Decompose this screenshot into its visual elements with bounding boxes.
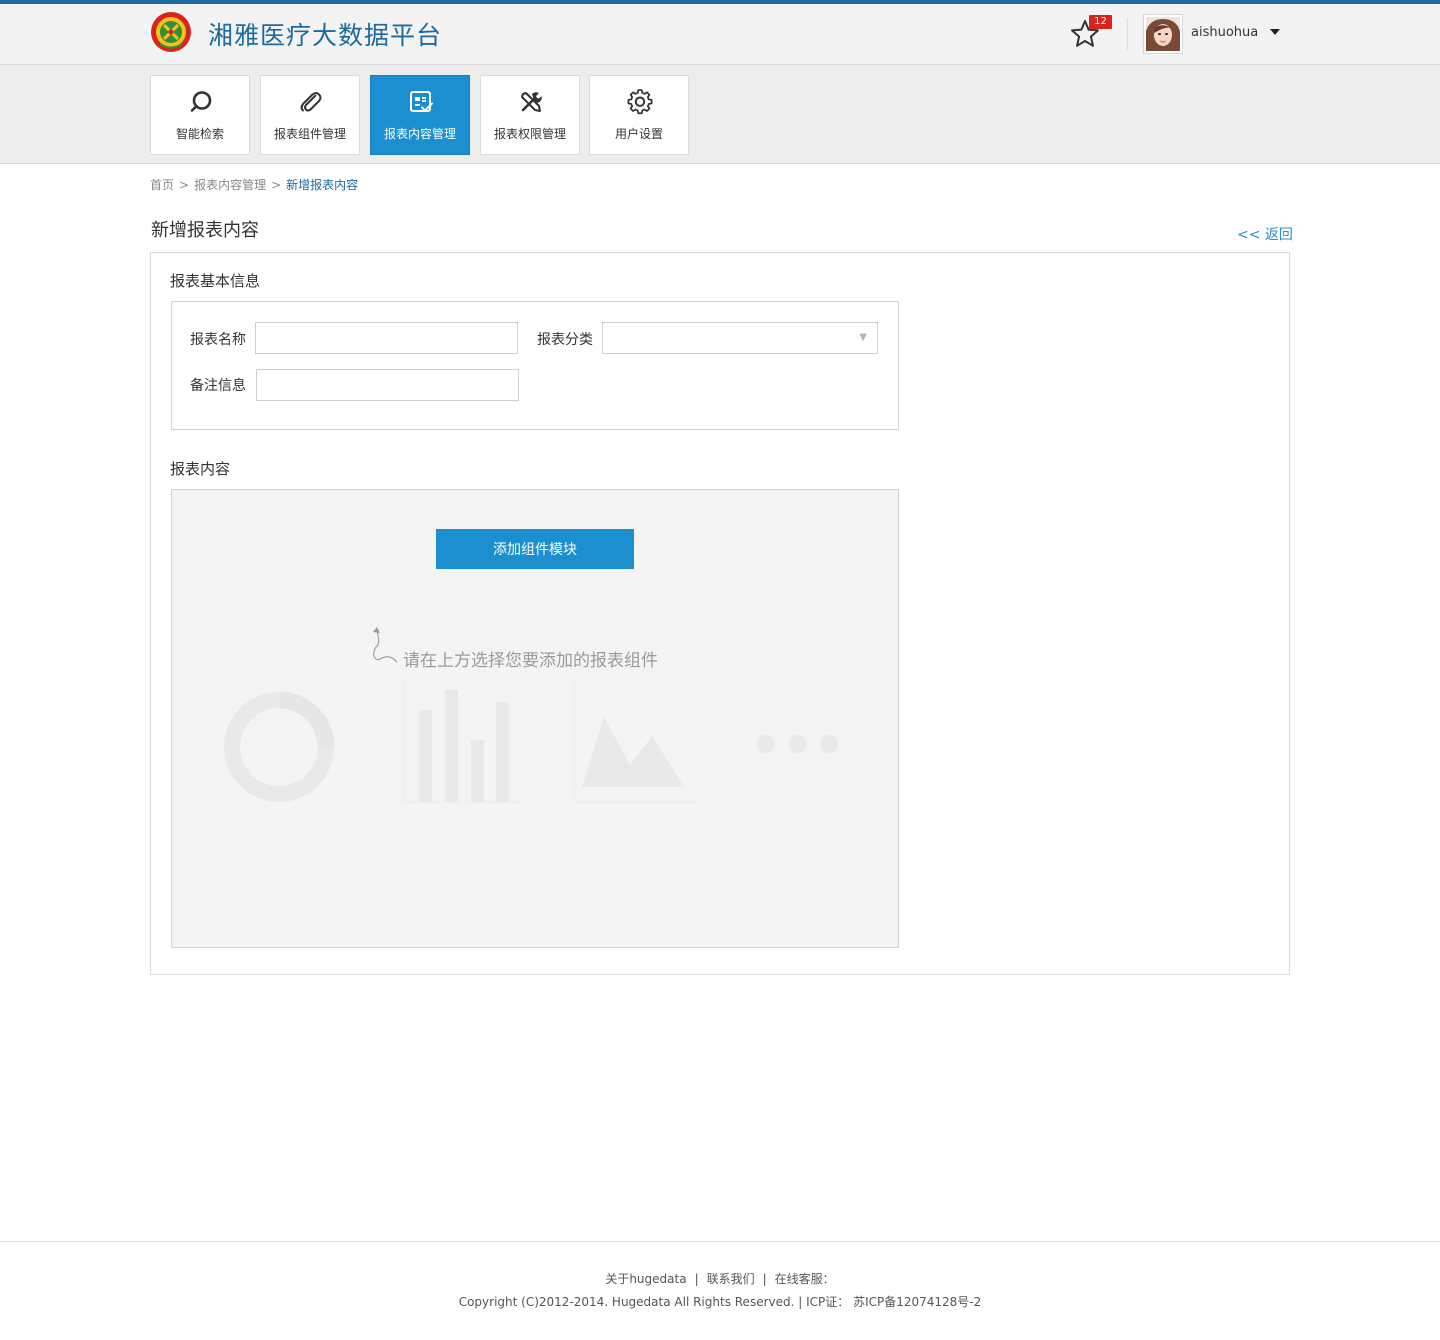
breadcrumb-separator: > — [179, 178, 190, 192]
notification-badge: 12 — [1089, 15, 1112, 29]
nav-item-search[interactable]: 智能检索 — [150, 75, 250, 155]
report-name-label: 报表名称 — [190, 332, 246, 348]
footer-separator: | — [762, 1272, 767, 1286]
bar-chart-icon — [403, 680, 524, 803]
add-component-button[interactable]: 添加组件模块 — [436, 529, 634, 569]
basic-info-title: 报表基本信息 — [170, 272, 261, 290]
breadcrumb-separator: > — [271, 178, 282, 192]
report-edit-icon — [410, 91, 433, 112]
placeholder-chart-art — [224, 680, 838, 803]
nav-item-label: 报表权限管理 — [493, 127, 566, 141]
report-content-area: 添加组件模块 请在上方选择您要添加的报表组件 — [171, 489, 899, 948]
breadcrumb-parent[interactable]: 报表内容管理 — [194, 178, 266, 192]
report-category-label: 报表分类 — [537, 332, 593, 348]
hint-text: 请在上方选择您要添加的报表组件 — [403, 651, 658, 671]
nav-item-label: 报表内容管理 — [383, 127, 456, 141]
nav-item-permission-mgmt[interactable]: 报表权限管理 — [480, 75, 580, 155]
footer-support-link[interactable]: 在线客服： — [775, 1272, 835, 1286]
footer-about-link[interactable]: 关于hugedata — [605, 1272, 686, 1286]
gear-icon — [627, 89, 653, 115]
footer-divider — [0, 1241, 1440, 1242]
back-link[interactable]: << 返回 — [1237, 224, 1293, 244]
nav-item-component-mgmt[interactable]: 报表组件管理 — [260, 75, 360, 155]
basic-info-form: 报表名称 报表分类 ▼ 备注信息 — [171, 301, 899, 430]
tools-icon — [521, 92, 542, 112]
footer-links: 关于hugedata | 联系我们 | 在线客服： — [0, 1270, 1440, 1287]
page-title: 新增报表内容 — [151, 220, 259, 241]
nav-item-label: 用户设置 — [614, 127, 663, 141]
remark-label: 备注信息 — [190, 378, 246, 394]
caret-down-icon[interactable] — [1270, 29, 1280, 35]
app-title: 湘雅医疗大数据平台 — [208, 21, 443, 50]
footer-contact-link[interactable]: 联系我们 — [707, 1272, 755, 1286]
donut-chart-icon — [224, 691, 335, 802]
report-category-select[interactable]: ▼ — [602, 322, 878, 354]
logo-emblem[interactable] — [150, 11, 192, 53]
area-chart-icon — [573, 680, 696, 803]
avatar[interactable] — [1143, 14, 1183, 54]
caret-down-icon: ▼ — [859, 332, 867, 343]
nav-item-content-mgmt[interactable]: 报表内容管理 — [370, 75, 470, 155]
hint-arrow-icon — [373, 627, 398, 663]
search-icon — [190, 91, 212, 112]
breadcrumb-home[interactable]: 首页 — [150, 178, 174, 192]
main-nav: 智能检索 报表组件管理 报表内容管理 报表权限管理 用户设置 — [0, 65, 1440, 164]
app-header: 湘雅医疗大数据平台 12 aishuohua — [0, 4, 1440, 65]
username[interactable]: aishuohua — [1191, 25, 1258, 40]
remark-input[interactable] — [256, 369, 519, 401]
breadcrumb-current: 新增报表内容 — [286, 178, 359, 192]
avatar-image — [1146, 17, 1180, 51]
paperclip-icon — [300, 92, 322, 112]
nav-item-label: 智能检索 — [175, 127, 224, 141]
report-content-title: 报表内容 — [170, 460, 231, 478]
nav-item-label: 报表组件管理 — [273, 127, 346, 141]
footer-separator: | — [694, 1272, 699, 1286]
nav-item-user-settings[interactable]: 用户设置 — [589, 75, 689, 155]
breadcrumb: 首页 > 报表内容管理 > 新增报表内容 — [150, 176, 358, 193]
main-panel: 报表基本信息 报表名称 报表分类 ▼ 备注信息 报表内容 添加组件模块 请在上方… — [150, 252, 1290, 975]
report-name-input[interactable] — [255, 322, 518, 354]
more-dots-icon — [757, 735, 838, 753]
footer-copyright: Copyright (C)2012-2014. Hugedata All Rig… — [458, 1295, 982, 1309]
header-divider — [1127, 18, 1128, 50]
